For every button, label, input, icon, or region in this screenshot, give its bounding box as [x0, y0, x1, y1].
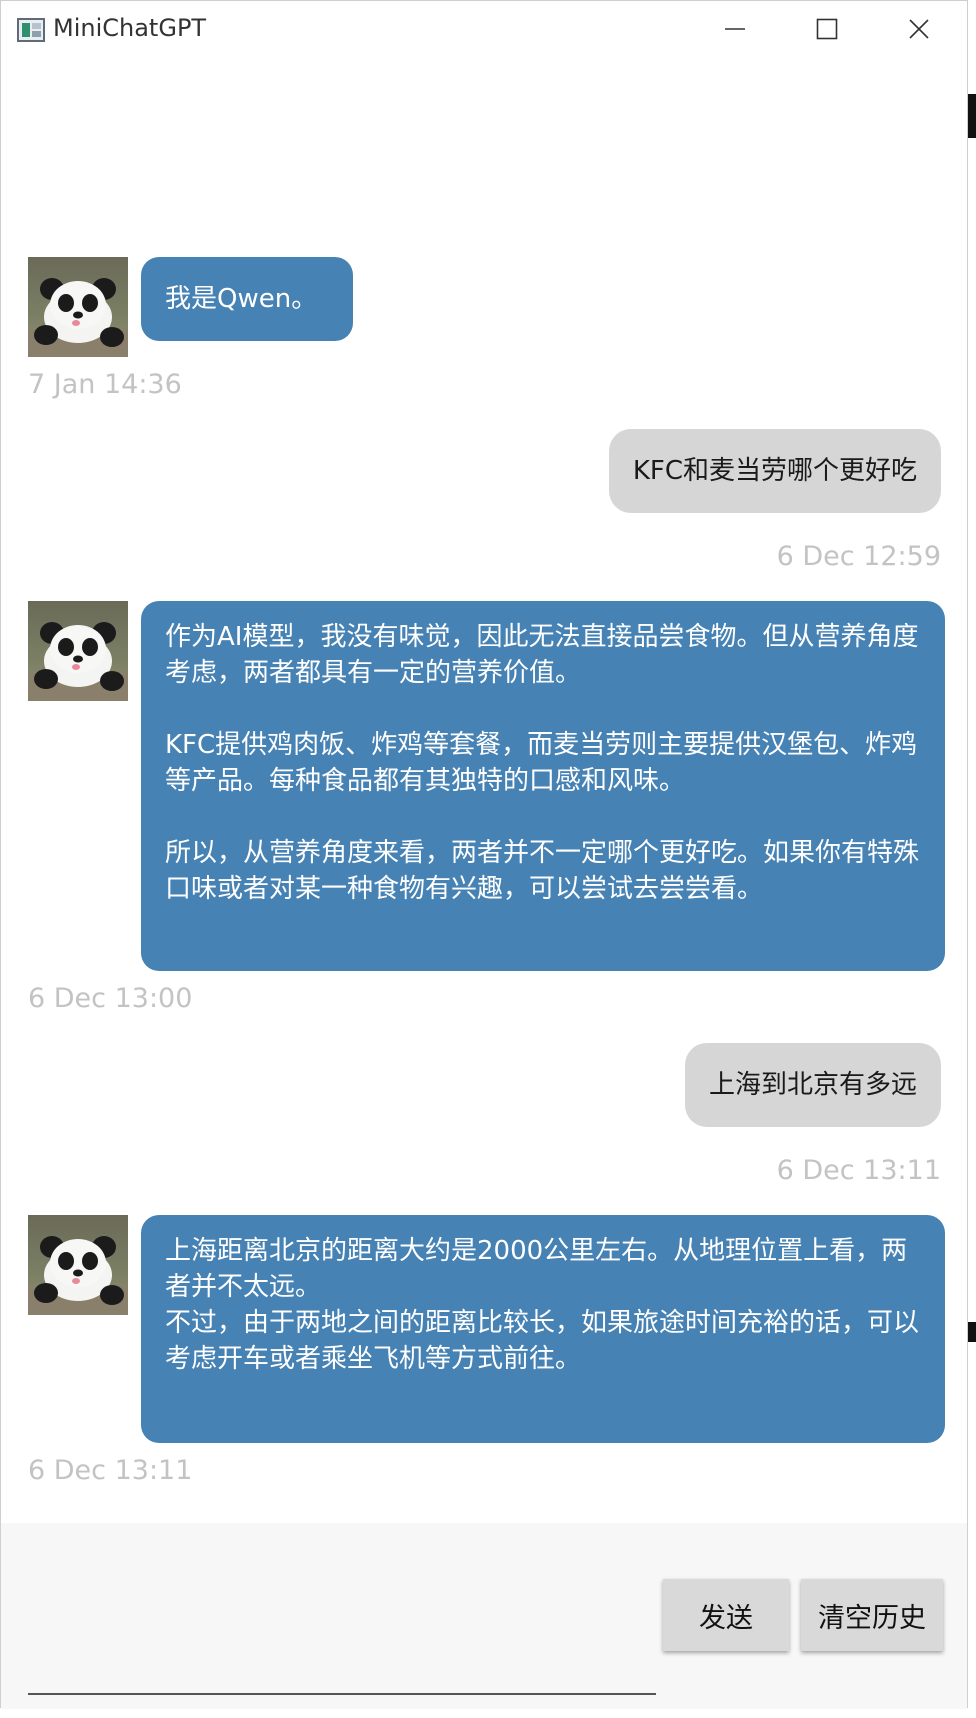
close-button[interactable]	[875, 1, 963, 57]
app-icon	[17, 18, 45, 42]
maximize-icon	[816, 18, 838, 40]
message-timestamp: 7 Jan 14:36	[28, 369, 182, 400]
minimize-icon	[725, 28, 745, 30]
bot-message-bubble: 上海距离北京的距离大约是2000公里左右。从地理位置上看，两者并不太远。 不过，…	[141, 1215, 945, 1443]
maximize-button[interactable]	[783, 1, 871, 57]
bot-message-bubble: 作为AI模型，我没有味觉，因此无法直接品尝食物。但从营养角度考虑，两者都具有一定…	[141, 601, 945, 971]
message-text: 上海到北京有多远	[708, 1070, 917, 1100]
message-text: 我是Qwen。	[165, 284, 318, 314]
bot-avatar-panda	[28, 257, 128, 357]
message-timestamp: 6 Dec 13:11	[28, 1455, 193, 1486]
background-window-strip	[968, 94, 976, 138]
message-paragraph: KFC提供鸡肉饭、炸鸡等套餐，而麦当劳则主要提供汉堡包、炸鸡等产品。每种食品都有…	[165, 730, 918, 796]
bot-avatar-panda	[28, 1215, 128, 1315]
message-paragraph: 上海距离北京的距离大约是2000公里左右。从地理位置上看，两者并不太远。 不过，…	[165, 1236, 920, 1374]
message-input[interactable]	[28, 1661, 656, 1695]
window-title: MiniChatGPT	[53, 14, 207, 42]
minimize-button[interactable]	[691, 1, 779, 57]
clear-history-button[interactable]: 清空历史	[801, 1579, 943, 1651]
message-paragraph: 所以，从营养角度来看，两者并不一定哪个更好吃。如果你有特殊口味或者对某一种食物有…	[165, 838, 920, 904]
message-timestamp: 6 Dec 13:00	[28, 983, 193, 1014]
user-message-bubble: 上海到北京有多远	[684, 1043, 941, 1127]
message-text: KFC和麦当劳哪个更好吃	[632, 456, 917, 486]
message-timestamp: 6 Dec 13:11	[776, 1155, 941, 1186]
message-timestamp: 6 Dec 12:59	[776, 541, 941, 572]
chat-history[interactable]: 我是Qwen。 7 Jan 14:36 KFC和麦当劳哪个更好吃 6 Dec 1…	[1, 57, 967, 1523]
app-window: MiniChatGPT 我是Qwen。 7 Jan 14:36 KFC和麦当劳哪…	[0, 0, 968, 1709]
bot-message-bubble: 我是Qwen。	[141, 257, 353, 341]
bot-avatar-panda	[28, 601, 128, 701]
background-window-strip	[968, 1322, 976, 1342]
message-paragraph: 作为AI模型，我没有味觉，因此无法直接品尝食物。但从营养角度考虑，两者都具有一定…	[165, 622, 919, 688]
send-button[interactable]: 发送	[663, 1579, 789, 1651]
input-panel: 发送 清空历史	[1, 1523, 967, 1709]
close-icon	[909, 19, 929, 39]
title-bar[interactable]: MiniChatGPT	[1, 1, 967, 57]
user-message-bubble: KFC和麦当劳哪个更好吃	[608, 429, 941, 513]
